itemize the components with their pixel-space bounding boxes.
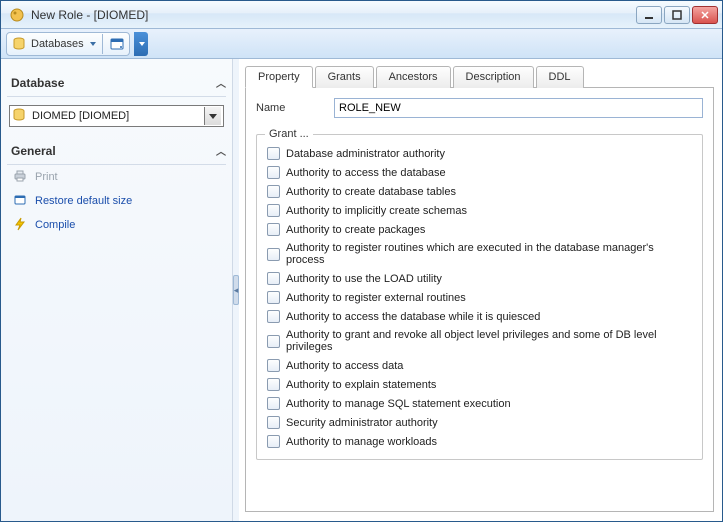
grant-checkbox[interactable] bbox=[267, 147, 280, 160]
grant-row: Authority to grant and revoke all object… bbox=[265, 326, 694, 356]
grant-row: Authority to implicitly create schemas bbox=[265, 201, 694, 220]
maximize-button[interactable] bbox=[664, 6, 690, 24]
sidebar: Database ︿ DIOMED [DIOMED] General ︿ Pri… bbox=[1, 59, 233, 521]
lightning-icon bbox=[13, 217, 29, 233]
grant-fieldset: Grant ... Database administrator authori… bbox=[256, 128, 703, 460]
restore-icon bbox=[13, 193, 29, 209]
compile-label: Compile bbox=[35, 219, 75, 231]
grant-checkbox[interactable] bbox=[267, 291, 280, 304]
tab-property[interactable]: Property bbox=[245, 66, 313, 88]
grant-row: Database administrator authority bbox=[265, 144, 694, 163]
database-icon bbox=[11, 36, 27, 52]
splitter[interactable]: ◂ bbox=[233, 59, 239, 521]
close-button[interactable] bbox=[692, 6, 718, 24]
grant-checkbox[interactable] bbox=[267, 416, 280, 429]
restore-default-action[interactable]: Restore default size bbox=[7, 189, 226, 213]
grant-row: Authority to manage SQL statement execut… bbox=[265, 394, 694, 413]
collapse-icon: ︿ bbox=[216, 75, 222, 90]
grant-label: Authority to explain statements bbox=[286, 379, 436, 391]
collapse-icon: ︿ bbox=[216, 143, 222, 158]
grant-row: Security administrator authority bbox=[265, 413, 694, 432]
grant-row: Authority to access the database while i… bbox=[265, 307, 694, 326]
app-icon bbox=[9, 7, 25, 23]
grant-row: Authority to create packages bbox=[265, 220, 694, 239]
tab-ancestors[interactable]: Ancestors bbox=[376, 66, 451, 88]
grant-label: Authority to grant and revoke all object… bbox=[286, 329, 692, 353]
printer-icon bbox=[13, 169, 29, 185]
restore-label: Restore default size bbox=[35, 195, 132, 207]
grant-row: Authority to access the database bbox=[265, 163, 694, 182]
tab-ddl[interactable]: DDL bbox=[536, 66, 584, 88]
grant-row: Authority to manage workloads bbox=[265, 432, 694, 451]
grant-checkbox[interactable] bbox=[267, 359, 280, 372]
grant-label: Authority to access the database while i… bbox=[286, 311, 540, 323]
grant-label: Authority to implicitly create schemas bbox=[286, 205, 467, 217]
grant-checkbox[interactable] bbox=[267, 248, 280, 261]
title-bar: New Role - [DIOMED] bbox=[1, 1, 722, 29]
databases-dropdown[interactable]: Databases bbox=[6, 32, 130, 56]
property-panel: Name Grant ... Database administrator au… bbox=[245, 88, 714, 512]
grant-checkbox[interactable] bbox=[267, 223, 280, 236]
window-icon[interactable] bbox=[109, 36, 125, 52]
general-section-header[interactable]: General ︿ bbox=[7, 137, 226, 165]
grant-checkbox[interactable] bbox=[267, 166, 280, 179]
minimize-button[interactable] bbox=[636, 6, 662, 24]
toolbar-overflow[interactable] bbox=[134, 32, 148, 56]
grant-row: Authority to use the LOAD utility bbox=[265, 269, 694, 288]
compile-action[interactable]: Compile bbox=[7, 213, 226, 237]
grant-legend: Grant ... bbox=[265, 128, 313, 140]
print-action: Print bbox=[7, 165, 226, 189]
grant-checkbox[interactable] bbox=[267, 310, 280, 323]
name-label: Name bbox=[256, 102, 334, 114]
grant-label: Authority to create database tables bbox=[286, 186, 456, 198]
grant-row: Authority to explain statements bbox=[265, 375, 694, 394]
grant-label: Authority to use the LOAD utility bbox=[286, 273, 442, 285]
content-area: Property Grants Ancestors Description DD… bbox=[239, 59, 722, 521]
database-select[interactable]: DIOMED [DIOMED] bbox=[9, 105, 224, 127]
grant-checkbox[interactable] bbox=[267, 185, 280, 198]
database-selected-text: DIOMED [DIOMED] bbox=[32, 110, 204, 122]
grant-label: Security administrator authority bbox=[286, 417, 438, 429]
databases-label: Databases bbox=[31, 38, 84, 50]
grant-checkbox[interactable] bbox=[267, 378, 280, 391]
grant-label: Authority to access data bbox=[286, 360, 403, 372]
grant-checkbox[interactable] bbox=[267, 272, 280, 285]
splitter-handle-icon: ◂ bbox=[233, 275, 239, 305]
general-section-title: General bbox=[11, 144, 56, 158]
print-label: Print bbox=[35, 171, 58, 183]
dropdown-button[interactable] bbox=[204, 107, 221, 125]
window-title: New Role - [DIOMED] bbox=[29, 8, 636, 22]
database-section-title: Database bbox=[11, 76, 64, 90]
tab-description[interactable]: Description bbox=[453, 66, 534, 88]
grant-label: Authority to register external routines bbox=[286, 292, 466, 304]
grant-label: Authority to create packages bbox=[286, 224, 425, 236]
chevron-down-icon bbox=[90, 42, 96, 46]
tab-strip: Property Grants Ancestors Description DD… bbox=[245, 65, 714, 88]
grant-row: Authority to register external routines bbox=[265, 288, 694, 307]
grant-label: Authority to access the database bbox=[286, 167, 446, 179]
grant-label: Authority to register routines which are… bbox=[286, 242, 692, 266]
grant-checkbox[interactable] bbox=[267, 435, 280, 448]
tab-grants[interactable]: Grants bbox=[315, 66, 374, 88]
grant-row: Authority to access data bbox=[265, 356, 694, 375]
grant-checkbox[interactable] bbox=[267, 335, 280, 348]
name-input[interactable] bbox=[334, 98, 703, 118]
grant-row: Authority to create database tables bbox=[265, 182, 694, 201]
grant-checkbox[interactable] bbox=[267, 397, 280, 410]
database-icon bbox=[12, 108, 28, 124]
database-section-header[interactable]: Database ︿ bbox=[7, 69, 226, 97]
grant-label: Database administrator authority bbox=[286, 148, 445, 160]
grant-label: Authority to manage SQL statement execut… bbox=[286, 398, 511, 410]
grant-row: Authority to register routines which are… bbox=[265, 239, 694, 269]
grant-label: Authority to manage workloads bbox=[286, 436, 437, 448]
toolbar: Databases bbox=[1, 29, 722, 59]
grant-checkbox[interactable] bbox=[267, 204, 280, 217]
